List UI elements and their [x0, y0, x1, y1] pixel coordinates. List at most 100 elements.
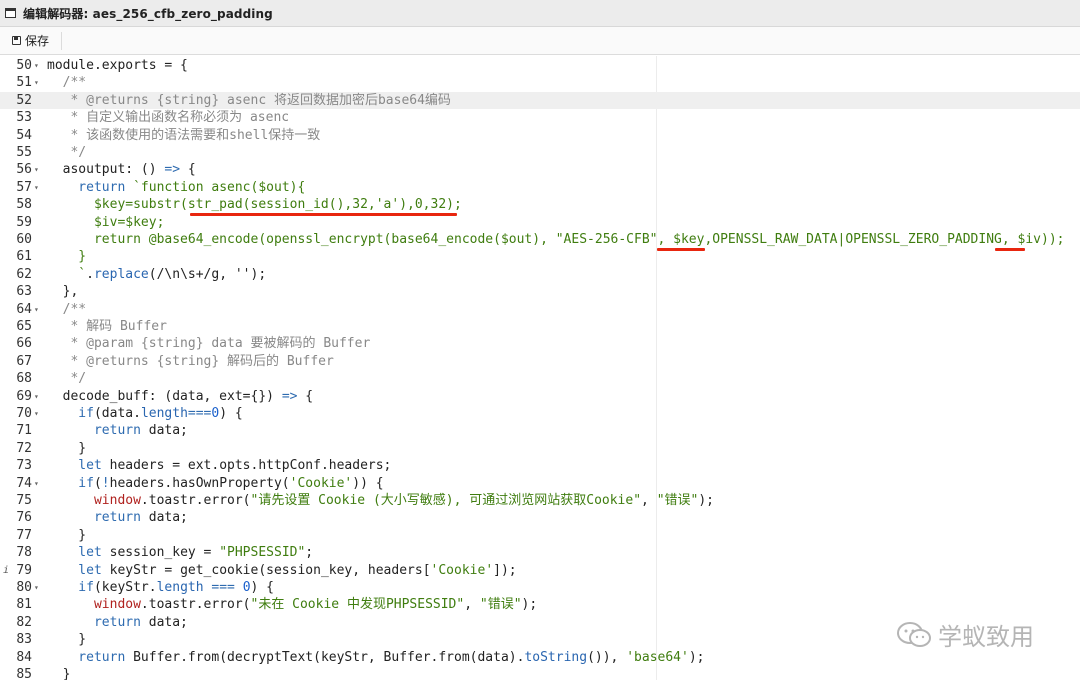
line-number: 83 — [16, 632, 32, 648]
code-line[interactable]: 68 */ — [0, 370, 1080, 387]
code-text: return `function asenc($out){ — [47, 179, 306, 195]
code-line[interactable]: 55 */ — [0, 144, 1080, 161]
code-line[interactable]: 69 ▾ decode_buff: (data, ext={}) => { — [0, 388, 1080, 405]
line-number: 75 — [16, 493, 32, 508]
line-number: 73 — [16, 458, 32, 474]
toolbar-divider — [61, 31, 63, 50]
code-line[interactable]: i 79 let keyStr = get_cookie(session_key,… — [0, 562, 1080, 579]
code-line[interactable]: 73 let headers = ext.opts.httpConf.heade… — [0, 457, 1080, 474]
fold-arrow-icon[interactable]: ▾ — [34, 74, 39, 91]
code-line[interactable]: 67 * @returns {string} 解码后的 Buffer — [0, 353, 1080, 370]
line-number: 50 — [16, 58, 32, 73]
code-text: } — [47, 249, 87, 265]
save-button[interactable]: 保存 — [8, 30, 53, 51]
code-line[interactable]: 60 return @base64_encode(openssl_encrypt… — [0, 231, 1080, 248]
code-line[interactable]: 74 ▾ if(!headers.hasOwnProperty('Cookie')… — [0, 475, 1080, 492]
code-text: * 该函数使用的语法需要和shell保持一致 — [47, 127, 321, 143]
fold-arrow-icon[interactable]: ▾ — [34, 161, 39, 178]
code-text: } — [47, 527, 87, 543]
fold-arrow-icon[interactable]: ▾ — [34, 579, 39, 596]
line-number: 70 — [16, 406, 32, 421]
code-text: $key=substr(str_pad(session_id(),32,'a')… — [47, 197, 462, 213]
code-line[interactable]: 63 }, — [0, 283, 1080, 300]
code-editor[interactable]: 50 ▾ module.exports = {51 ▾ /** 52 * @return… — [0, 56, 1080, 680]
code-line[interactable]: 81 window.toastr.error("未在 Cookie 中发现PHP… — [0, 596, 1080, 613]
line-number: 58 — [16, 197, 32, 213]
annotation-underline-key — [657, 248, 705, 251]
code-line[interactable]: 66 * @param {string} data 要被解码的 Buffer — [0, 335, 1080, 352]
toolbar: 保存 — [0, 27, 1080, 55]
code-text: /** — [47, 301, 87, 317]
fold-arrow-icon[interactable]: ▾ — [34, 179, 39, 196]
watermark: 学蚁致用 — [896, 617, 1034, 652]
code-text: return Buffer.from(decryptText(keyStr, B… — [47, 649, 705, 665]
code-line[interactable]: 78 let session_key = "PHPSESSID"; — [0, 544, 1080, 561]
line-number: 57 — [16, 179, 32, 195]
line-number: 82 — [16, 614, 32, 630]
code-text: let headers = ext.opts.httpConf.headers; — [47, 458, 392, 474]
annotation-underline-iv — [995, 248, 1025, 251]
code-line[interactable]: 52 * @returns {string} asenc 将返回数据加密后bas… — [0, 91, 1080, 110]
code-line[interactable]: 70 ▾ if(data.length===0) { — [0, 405, 1080, 422]
code-line[interactable]: 56 ▾ asoutput: () => { — [0, 161, 1080, 178]
code-text: } — [47, 632, 87, 648]
line-number: 68 — [16, 371, 32, 387]
code-text: * @param {string} data 要被解码的 Buffer — [47, 336, 371, 352]
code-line[interactable]: 50 ▾ module.exports = { — [0, 57, 1080, 74]
fold-arrow-icon[interactable]: ▾ — [34, 301, 39, 318]
code-line[interactable]: 72 } — [0, 440, 1080, 457]
line-number: 52 — [16, 92, 32, 108]
fold-arrow-icon[interactable]: ▾ — [34, 388, 39, 405]
save-button-label: 保存 — [25, 34, 50, 48]
code-line[interactable]: 61 } — [0, 248, 1080, 265]
line-number: 71 — [16, 423, 32, 439]
code-text: } — [47, 440, 87, 456]
line-number: 78 — [16, 545, 32, 561]
line-number: 76 — [16, 510, 32, 526]
code-line[interactable]: 85 } — [0, 666, 1080, 680]
code-line[interactable]: 58 $key=substr(str_pad(session_id(),32,'… — [0, 196, 1080, 213]
code-text: return data; — [47, 510, 188, 526]
line-number: 72 — [16, 440, 32, 456]
line-number: 59 — [16, 214, 32, 230]
code-line[interactable]: 76 return data; — [0, 509, 1080, 526]
line-number: 80 — [16, 580, 32, 595]
line-number: 63 — [16, 284, 32, 300]
line-number: 51 — [16, 75, 32, 91]
fold-arrow-icon[interactable]: ▾ — [34, 57, 39, 74]
code-line[interactable]: 65 * 解码 Buffer — [0, 318, 1080, 335]
line-number: 53 — [16, 110, 32, 126]
code-text: let session_key = "PHPSESSID"; — [47, 545, 314, 561]
code-line[interactable]: 62 `.replace(/\n\s+/g, ''); — [0, 266, 1080, 283]
fold-arrow-icon[interactable]: ▾ — [34, 475, 39, 492]
code-line[interactable]: 64 ▾ /** — [0, 301, 1080, 318]
window-title: 编辑解码器: aes_256_cfb_zero_padding — [23, 6, 273, 21]
line-number: 54 — [16, 127, 32, 143]
code-text: return @base64_encode(openssl_encrypt(ba… — [47, 232, 1065, 247]
code-line[interactable]: 54 * 该函数使用的语法需要和shell保持一致 — [0, 127, 1080, 144]
code-line[interactable]: 53 * 自定义输出函数名称必须为 asenc — [0, 109, 1080, 126]
line-number: 55 — [16, 145, 32, 160]
code-line[interactable]: 51 ▾ /** — [0, 74, 1080, 91]
code-line[interactable]: 80 ▾ if(keyStr.length === 0) { — [0, 579, 1080, 596]
annotation-underline-key-derivation — [190, 213, 457, 216]
code-line[interactable]: 75 window.toastr.error("请先设置 Cookie (大小写… — [0, 492, 1080, 509]
line-number: 84 — [16, 649, 32, 665]
code-text: */ — [47, 145, 87, 160]
code-text: return data; — [47, 423, 188, 439]
code-text: let keyStr = get_cookie(session_key, hea… — [47, 562, 517, 578]
code-line[interactable]: 57 ▾ return `function asenc($out){ — [0, 179, 1080, 196]
code-line[interactable]: 71 return data; — [0, 422, 1080, 439]
code-line[interactable]: 77 } — [0, 527, 1080, 544]
line-number: 77 — [16, 527, 32, 543]
line-number: 61 — [16, 249, 32, 265]
code-line[interactable]: 59 $iv=$key; — [0, 214, 1080, 231]
window-titlebar: 编辑解码器: aes_256_cfb_zero_padding — [0, 0, 1080, 27]
code-text: window.toastr.error("未在 Cookie 中发现PHPSES… — [47, 597, 538, 613]
code-text: /** — [47, 75, 87, 91]
fold-arrow-icon[interactable]: ▾ — [34, 405, 39, 422]
code-text: } — [47, 667, 71, 680]
line-number: 56 — [16, 162, 32, 178]
code-text: if(data.length===0) { — [47, 406, 243, 421]
line-number: 65 — [16, 319, 32, 334]
